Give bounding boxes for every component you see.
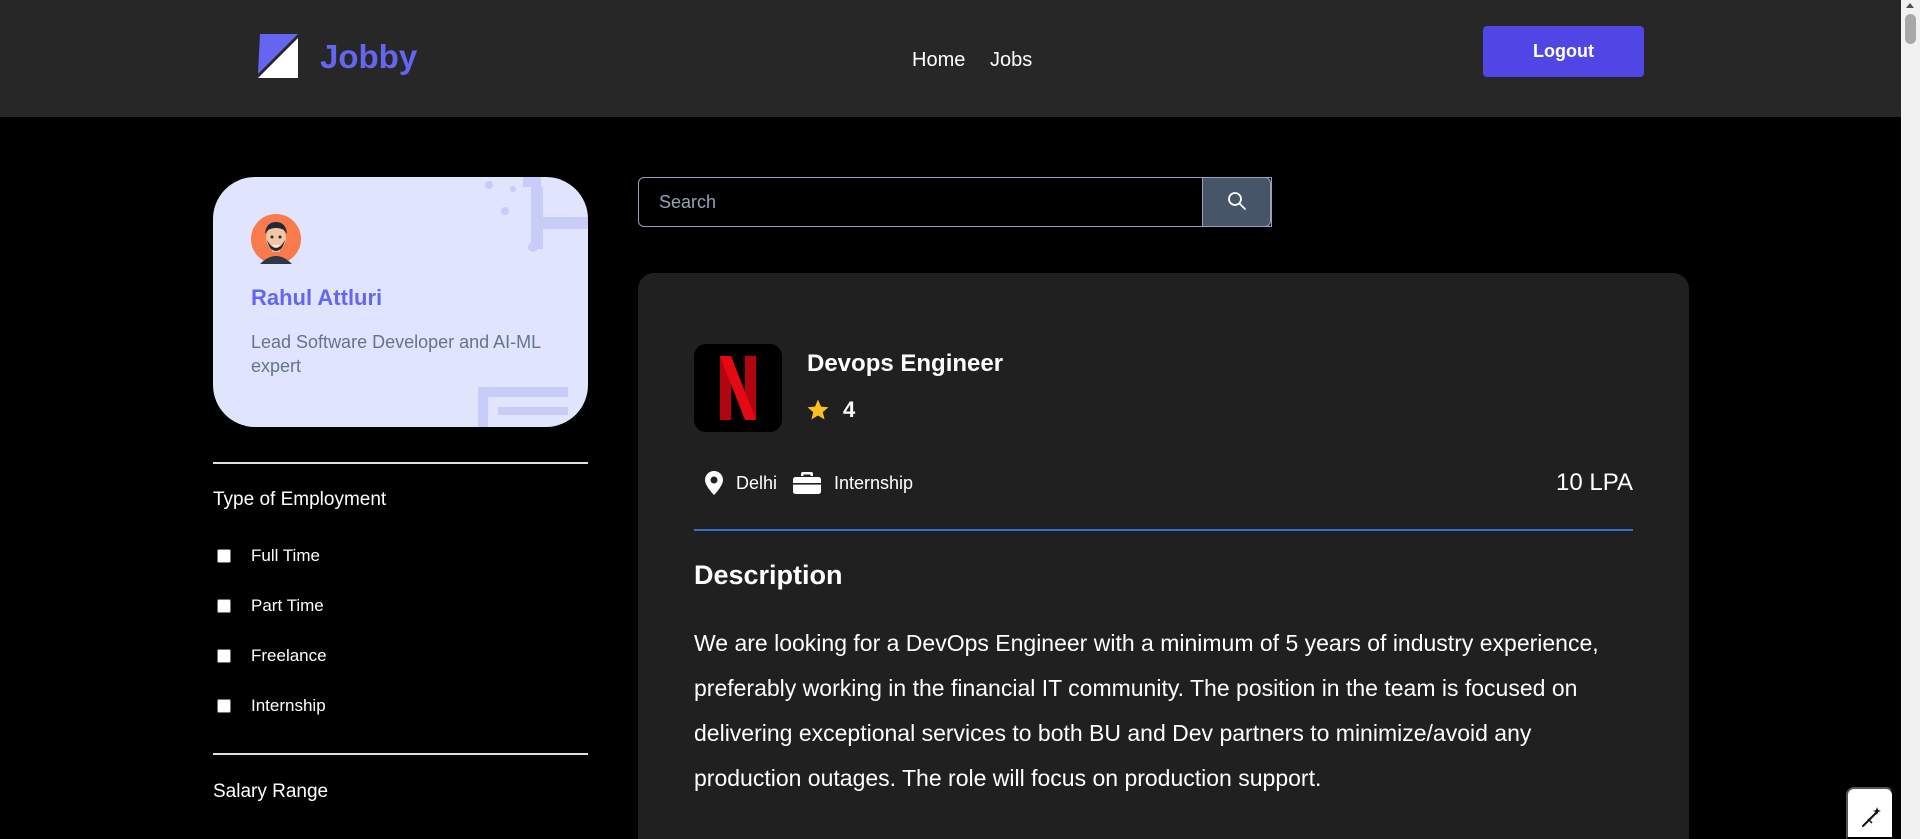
- employment-option-internship[interactable]: Internship: [217, 696, 326, 716]
- employment-option-freelance[interactable]: Freelance: [217, 646, 327, 666]
- employment-option-part-time[interactable]: Part Time: [217, 596, 324, 616]
- brand-name[interactable]: Jobby: [320, 38, 417, 76]
- company-logo: [694, 344, 782, 432]
- internship-label[interactable]: Internship: [251, 696, 326, 716]
- part-time-checkbox[interactable]: [217, 599, 231, 613]
- search-button[interactable]: [1202, 177, 1271, 227]
- netflix-logo-icon: [720, 356, 756, 420]
- page-scrollbar[interactable]: [1901, 0, 1920, 839]
- avatar: [251, 214, 301, 264]
- divider: [213, 753, 588, 755]
- search-icon: [1228, 192, 1246, 210]
- logout-button[interactable]: Logout: [1483, 26, 1644, 77]
- card-divider: [694, 529, 1633, 531]
- scroll-thumb[interactable]: [1905, 14, 1916, 44]
- decorative-pattern-bottom: [478, 387, 568, 427]
- employment-type-heading: Type of Employment: [213, 489, 387, 510]
- jobby-logo-icon[interactable]: [258, 34, 298, 78]
- job-description: We are looking for a DevOps Engineer wit…: [694, 630, 1599, 791]
- freelance-checkbox[interactable]: [217, 649, 231, 663]
- location-icon: [705, 471, 723, 495]
- scroll-up-arrow-icon[interactable]: [1906, 3, 1914, 8]
- magic-wand-icon: [1862, 807, 1881, 827]
- job-rating: 4: [843, 397, 856, 422]
- full-time-label[interactable]: Full Time: [251, 546, 320, 566]
- nav-jobs-link[interactable]: Jobs: [990, 49, 1032, 72]
- navbar: Jobby Home Jobs Logout: [0, 0, 1901, 117]
- part-time-label[interactable]: Part Time: [251, 596, 324, 616]
- salary-range-heading: Salary Range: [213, 781, 329, 802]
- profile-bio: Lead Software Developer and AI-ML expert: [251, 332, 541, 376]
- job-title: Devops Engineer: [807, 350, 1004, 377]
- search-input[interactable]: [639, 178, 1271, 226]
- profile-name: Rahul Attluri: [251, 285, 383, 310]
- internship-checkbox[interactable]: [217, 699, 231, 713]
- nav-home-link[interactable]: Home: [912, 49, 965, 72]
- full-time-checkbox[interactable]: [217, 549, 231, 563]
- briefcase-icon: [793, 472, 821, 494]
- freelance-label[interactable]: Freelance: [251, 646, 327, 666]
- star-icon: [807, 399, 829, 420]
- magic-edit-button[interactable]: [1846, 787, 1894, 839]
- job-card[interactable]: Devops Engineer 4 Delhi Internship 10 LP…: [638, 273, 1689, 839]
- decorative-pattern: [485, 177, 588, 252]
- employment-option-full-time[interactable]: Full Time: [217, 546, 320, 566]
- search-box: [638, 177, 1272, 227]
- description-heading: Description: [694, 560, 843, 590]
- profile-card: Rahul Attluri Lead Software Developer an…: [213, 177, 588, 427]
- divider: [213, 462, 588, 464]
- job-location: Delhi: [736, 473, 778, 493]
- job-package: 10 LPA: [1556, 469, 1633, 496]
- job-employment-type: Internship: [834, 473, 914, 493]
